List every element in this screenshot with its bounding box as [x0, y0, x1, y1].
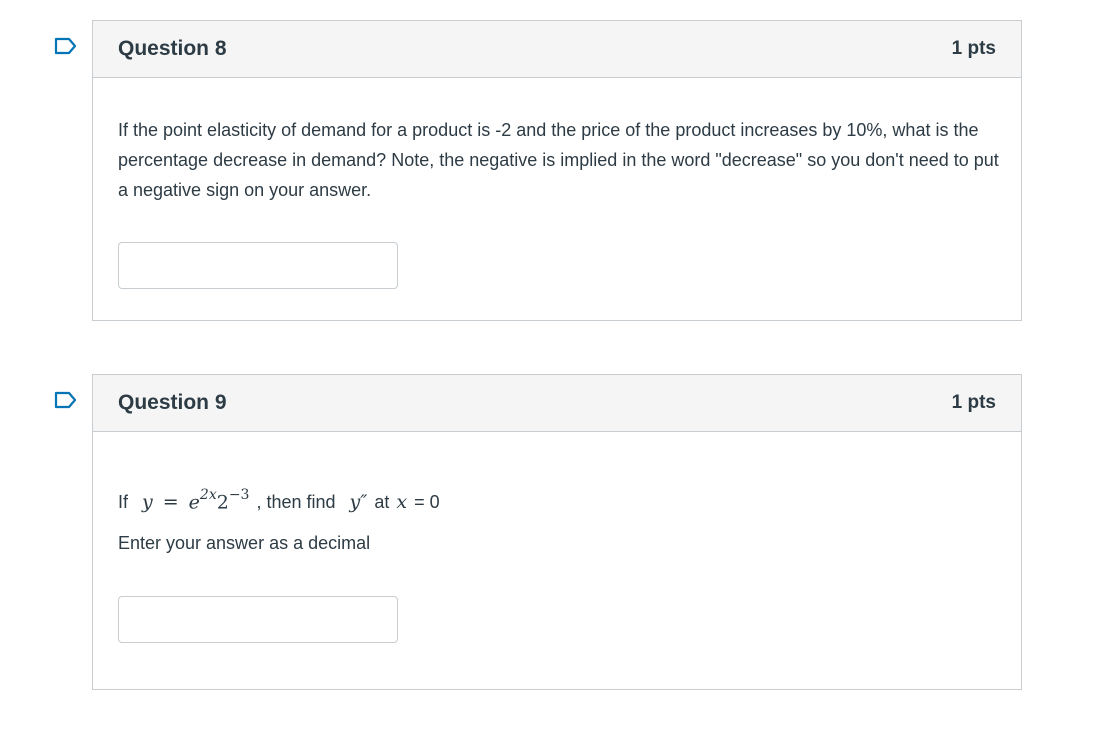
- math-exp-e: 2x: [199, 487, 217, 503]
- formula-suffix: = 0: [414, 492, 440, 513]
- question-header: Question 8 1 pts: [93, 21, 1021, 78]
- question-8: Question 8 1 pts If the point elasticity…: [92, 20, 1022, 321]
- question-points: 1 pts: [951, 38, 996, 59]
- question-header: Question 9 1 pts: [93, 375, 1021, 432]
- flag-question-icon[interactable]: [54, 37, 78, 55]
- math-exp-2: −3: [228, 487, 250, 503]
- question-formula: If y = e2x2−3 , then find y″ at x = 0: [118, 482, 996, 513]
- question-points: 1 pts: [951, 392, 996, 413]
- question-9: Question 9 1 pts If y = e2x2−3 , then fi…: [92, 374, 1022, 690]
- math-base-2: 2: [216, 491, 229, 514]
- question-instruction: Enter your answer as a decimal: [118, 533, 371, 553]
- question-title: Question 9: [118, 391, 227, 414]
- math-base-e: e: [188, 491, 200, 514]
- math-y-double-prime: y″: [349, 491, 368, 514]
- answer-input[interactable]: [118, 596, 398, 643]
- math-equals: =: [162, 491, 179, 514]
- question-body: If the point elasticity of demand for a …: [93, 115, 1021, 289]
- math-expression: e2x2−3: [189, 482, 250, 517]
- math-var-y: y: [142, 491, 153, 514]
- math-var-x: x: [396, 491, 408, 514]
- flag-question-icon[interactable]: [54, 391, 78, 409]
- formula-at-text: at: [374, 492, 390, 513]
- formula-prefix: If: [118, 492, 129, 513]
- answer-input[interactable]: [118, 242, 398, 289]
- question-body: If y = e2x2−3 , then find y″ at x = 0 En…: [93, 482, 1021, 643]
- question-title: Question 8: [118, 37, 227, 60]
- formula-mid-text: , then find: [256, 492, 336, 513]
- question-text: If the point elasticity of demand for a …: [118, 120, 999, 200]
